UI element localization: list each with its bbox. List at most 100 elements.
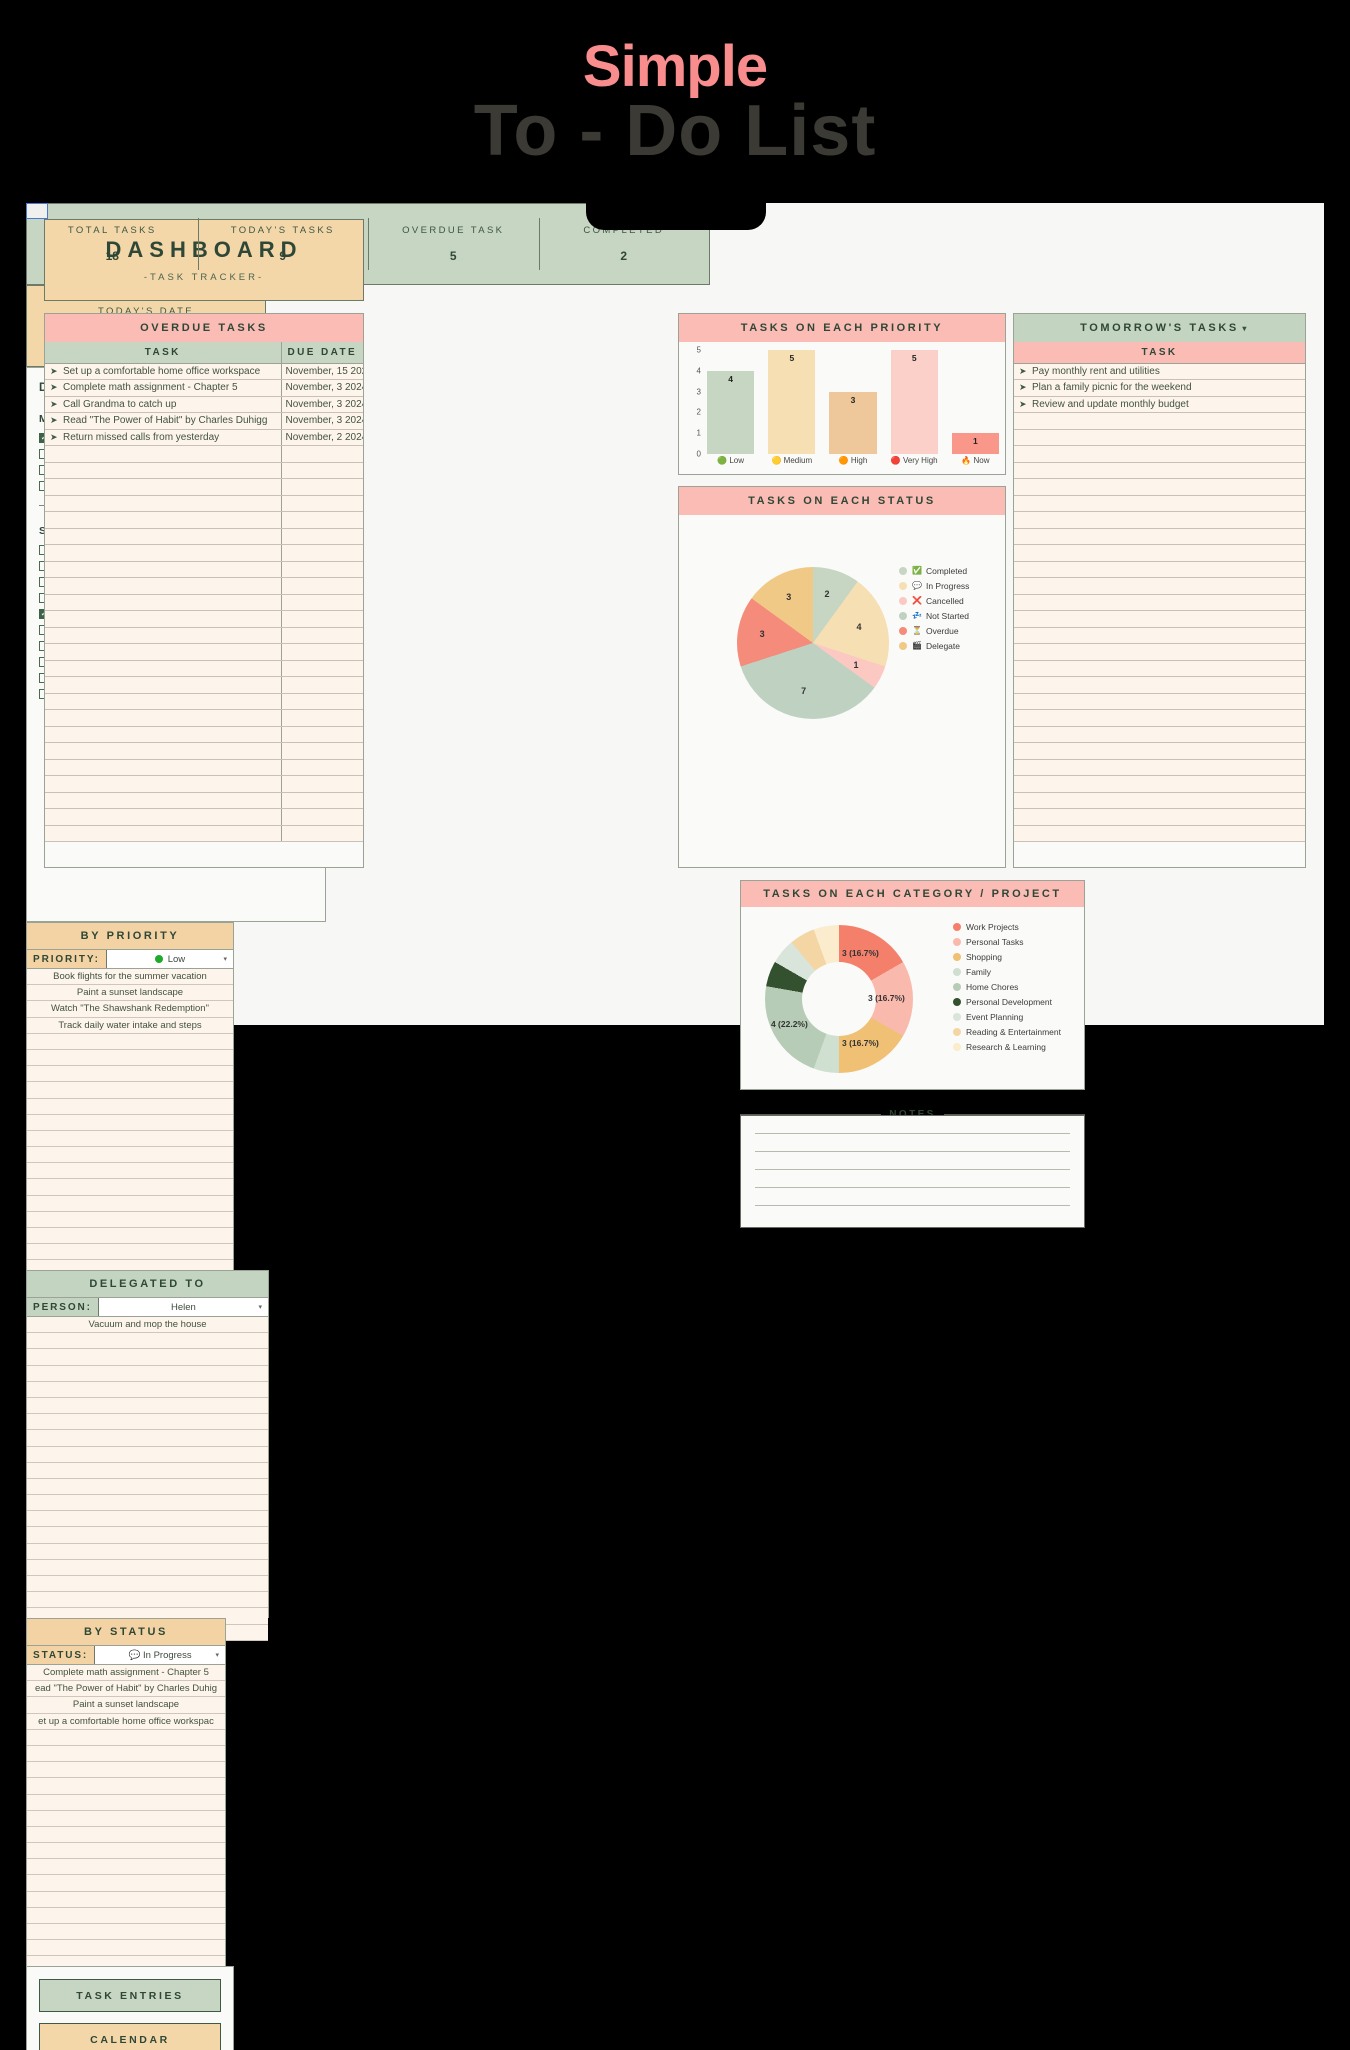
table-row[interactable] — [45, 660, 363, 677]
table-row[interactable] — [1014, 676, 1305, 694]
table-row[interactable] — [45, 610, 363, 628]
table-row[interactable] — [45, 808, 363, 826]
table-row[interactable] — [1014, 495, 1305, 512]
legend-label: Research & Learning — [966, 1041, 1046, 1052]
by-priority-select-row[interactable]: PRIORITY: Low ▾ — [27, 949, 233, 969]
title-banner: Simple To - Do List — [0, 0, 1350, 205]
by-status-select-row[interactable]: STATUS: 💬 In Progress ▾ — [27, 1645, 225, 1665]
delegated-to-select-row[interactable]: PERSON: Helen ▾ — [27, 1297, 268, 1317]
table-row[interactable] — [45, 726, 363, 743]
legend-color-swatch — [899, 626, 907, 635]
table-row[interactable] — [45, 627, 363, 644]
note-line[interactable] — [755, 1188, 1070, 1206]
table-row[interactable] — [1014, 709, 1305, 727]
notes-section: NOTES — [740, 1101, 1086, 1228]
table-row[interactable]: ➤ Return missed calls from yesterday Novem… — [45, 429, 363, 446]
table-row[interactable] — [1014, 412, 1305, 430]
table-row[interactable] — [45, 561, 363, 578]
table-row[interactable] — [45, 528, 363, 545]
priority-result-item: Paint a sunset landscape — [27, 985, 233, 1002]
table-row[interactable] — [1014, 577, 1305, 595]
table-row[interactable]: ➤ Pay monthly rent and utilities — [1014, 363, 1305, 380]
status-result-item — [27, 1746, 225, 1763]
table-row[interactable] — [1014, 693, 1305, 710]
priority-result-item — [27, 1196, 233, 1212]
table-row[interactable] — [1014, 759, 1305, 776]
table-row[interactable] — [45, 511, 363, 529]
table-row[interactable] — [1014, 627, 1305, 644]
table-row[interactable] — [1014, 429, 1305, 446]
table-row[interactable]: ➤ Read "The Power of Habit" by Charles Du… — [45, 412, 363, 430]
table-row[interactable] — [1014, 594, 1305, 611]
table-row[interactable] — [45, 759, 363, 776]
table-row[interactable] — [45, 594, 363, 611]
table-row[interactable] — [1014, 792, 1305, 809]
note-line[interactable] — [755, 1134, 1070, 1152]
overdue-due-cell — [281, 544, 363, 562]
table-row[interactable] — [45, 775, 363, 793]
note-line[interactable] — [755, 1170, 1070, 1188]
bar-value-label: 4 — [728, 373, 733, 384]
table-row[interactable] — [1014, 742, 1305, 760]
table-row[interactable] — [45, 445, 363, 463]
calendar-button[interactable]: CALENDAR — [39, 2023, 221, 2050]
overdue-task-cell: ➤ Return missed calls from yesterday — [45, 429, 282, 446]
table-row[interactable] — [1014, 808, 1305, 826]
by-priority-select[interactable]: Low ▾ — [106, 950, 233, 968]
table-row[interactable] — [45, 495, 363, 512]
table-row[interactable] — [1014, 511, 1305, 529]
table-row[interactable] — [45, 825, 363, 842]
legend-item: 🎬 Delegate — [899, 638, 969, 653]
tomorrow-task-cell — [1014, 759, 1305, 776]
table-row[interactable] — [45, 709, 363, 727]
table-row[interactable] — [1014, 462, 1305, 479]
table-row[interactable] — [1014, 643, 1305, 661]
table-row[interactable] — [45, 643, 363, 661]
task-entries-button[interactable]: TASK ENTRIES — [39, 1979, 221, 2012]
chevron-down-icon[interactable]: ▾ — [1242, 324, 1249, 333]
table-row[interactable] — [1014, 544, 1305, 562]
table-row[interactable]: ➤ Review and update monthly budget — [1014, 396, 1305, 413]
chevron-down-icon[interactable]: ▾ — [258, 1303, 262, 1311]
table-row[interactable]: ➤ Call Grandma to catch up November, 3 202… — [45, 396, 363, 413]
table-row[interactable] — [1014, 610, 1305, 628]
priority-result-item — [27, 1082, 233, 1099]
chevron-down-icon[interactable]: ▾ — [223, 955, 227, 963]
table-row[interactable] — [45, 478, 363, 496]
table-row[interactable] — [1014, 726, 1305, 743]
table-row[interactable] — [45, 577, 363, 595]
table-row[interactable] — [45, 742, 363, 760]
table-row[interactable] — [45, 676, 363, 694]
table-row[interactable] — [1014, 528, 1305, 545]
stat-label: TODAY'S TASKS — [230, 225, 335, 236]
table-row[interactable] — [1014, 660, 1305, 677]
table-row[interactable] — [45, 792, 363, 809]
table-row[interactable] — [1014, 825, 1305, 842]
category-legend: Work Projects Personal Tasks Shopping Famil… — [953, 919, 1061, 1054]
note-line[interactable] — [755, 1116, 1070, 1134]
table-row[interactable] — [1014, 775, 1305, 793]
chevron-down-icon[interactable]: ▾ — [215, 1651, 219, 1659]
note-line[interactable] — [755, 1152, 1070, 1170]
tomorrows-tasks-header[interactable]: TOMORROW'S TASKS ▾ — [1014, 314, 1305, 342]
table-row[interactable] — [45, 544, 363, 562]
overdue-task-cell — [45, 478, 282, 496]
table-row[interactable] — [45, 693, 363, 710]
notes-box[interactable] — [740, 1115, 1085, 1228]
by-status-select[interactable]: 💬 In Progress ▾ — [95, 1646, 225, 1664]
table-row[interactable] — [1014, 478, 1305, 496]
table-row[interactable]: ➤ Complete math assignment - Chapter 5 Nov… — [45, 379, 363, 397]
table-row[interactable] — [1014, 561, 1305, 578]
table-row[interactable] — [45, 462, 363, 479]
overdue-task-cell: ➤ Complete math assignment - Chapter 5 — [45, 379, 282, 397]
delegated-to-select[interactable]: Helen ▾ — [98, 1298, 268, 1316]
tomorrow-task-cell — [1014, 660, 1305, 677]
table-row[interactable] — [1014, 445, 1305, 463]
tomorrow-task-cell — [1014, 643, 1305, 661]
tomorrow-task-cell: ➤ Plan a family picnic for the weekend — [1014, 379, 1305, 397]
table-row[interactable]: ➤ Plan a family picnic for the weekend — [1014, 379, 1305, 397]
legend-color-swatch — [899, 581, 907, 590]
delegated-result-item — [27, 1495, 268, 1512]
table-row[interactable]: ➤ Set up a comfortable home office worksp… — [45, 363, 363, 380]
tomorrow-task-cell — [1014, 676, 1305, 694]
